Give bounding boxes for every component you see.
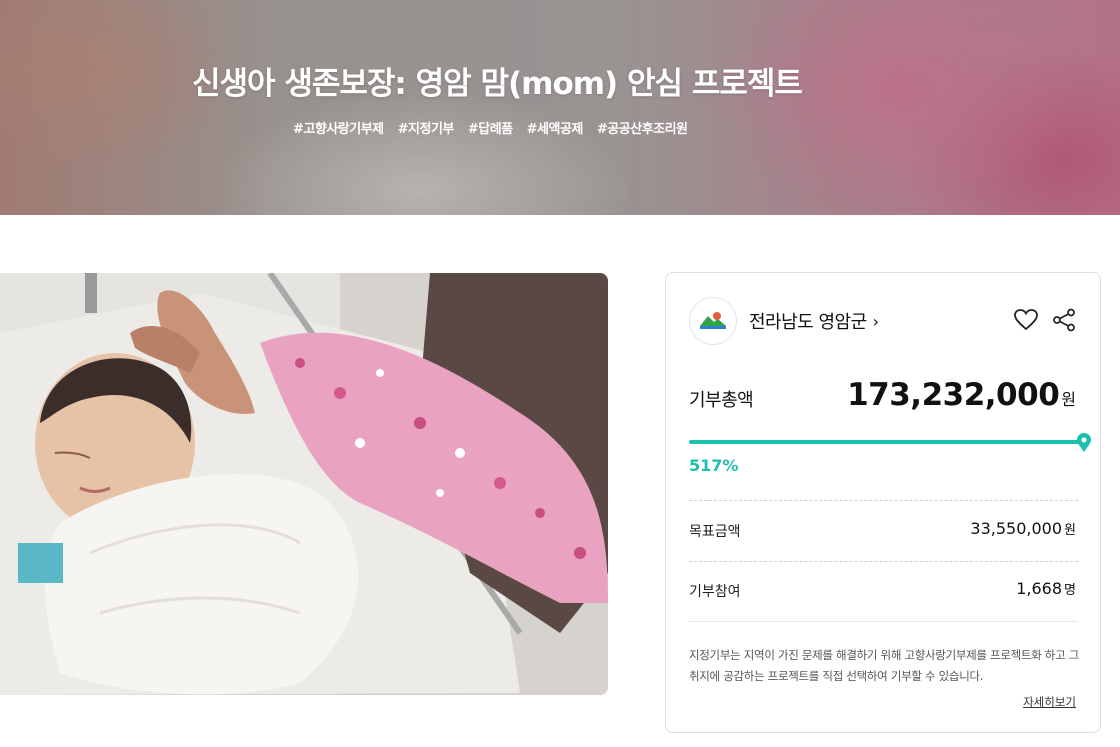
hashtag[interactable]: #지정기부	[398, 118, 455, 137]
heart-icon[interactable]	[1014, 308, 1038, 332]
participants-count: 1,668 명	[1016, 579, 1076, 598]
currency-unit: 원	[1064, 523, 1076, 538]
hero-banner: 신생아 생존보장: 영암 맘(mom) 안심 프로젝트 #고향사랑기부제 #지정…	[0, 0, 1120, 215]
designated-donation-description: 지정기부는 지역이 가진 문제를 해결하기 위해 고향사랑기부제를 프로젝트화 …	[689, 648, 1079, 683]
divider	[689, 500, 1078, 501]
divider	[689, 561, 1078, 562]
hashtag-list: #고향사랑기부제 #지정기부 #답례품 #세액공제 #공공산후조리원	[293, 118, 688, 137]
progress-fill	[689, 440, 1084, 444]
participants-label: 기부참여	[689, 584, 741, 600]
yeongam-county-logo-icon	[689, 297, 737, 345]
goal-amount: 33,550,000 원	[970, 519, 1076, 538]
hashtag[interactable]: #공공산후조리원	[597, 118, 688, 137]
progress-bar	[689, 440, 1084, 444]
map-pin-icon	[1075, 433, 1093, 457]
participants-unit: 명	[1064, 583, 1076, 598]
currency-unit: 원	[1061, 390, 1076, 409]
divider	[689, 621, 1078, 622]
goal-amount-value: 33,550,000	[970, 519, 1063, 538]
organization-link[interactable]: 전라남도 영암군 ›	[689, 297, 879, 345]
total-donation-label: 기부총액	[689, 390, 754, 411]
more-details-link[interactable]: 자세히보기	[1023, 694, 1076, 710]
participants-value: 1,668	[1016, 579, 1063, 598]
page-title: 신생아 생존보장: 영암 맘(mom) 안심 프로젝트	[192, 66, 803, 102]
hashtag[interactable]: #답례품	[468, 118, 513, 137]
total-donation-value: 173,232,000	[847, 377, 1060, 413]
share-icon[interactable]	[1052, 308, 1076, 332]
progress-percent: 517%	[689, 456, 739, 475]
chevron-right-icon: ›	[872, 311, 880, 331]
hashtag[interactable]: #세액공제	[527, 118, 584, 137]
newborn-photo-illustration	[0, 273, 608, 695]
goal-amount-label: 목표금액	[689, 524, 741, 540]
organization-name: 전라남도 영암군	[749, 312, 867, 333]
project-photo	[0, 273, 608, 695]
hashtag[interactable]: #고향사랑기부제	[293, 118, 384, 137]
donation-summary-card: 전라남도 영암군 › 기부총액 173,232,000 원 517% 목표금액 …	[665, 272, 1101, 733]
total-donation-amount: 173,232,000 원	[847, 377, 1076, 413]
